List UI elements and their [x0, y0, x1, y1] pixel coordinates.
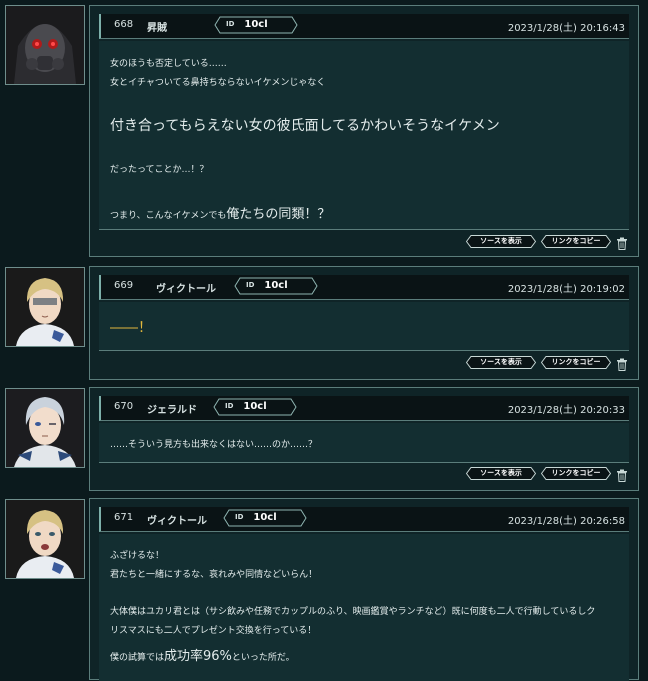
show-source-label: ソースを表示	[480, 469, 522, 477]
post-body: 女のほうも否定している…… 女とイチャついてる鼻持ちならないイケメンじゃなく 付…	[99, 41, 629, 230]
copy-link-button[interactable]: リンクをコピー	[541, 235, 611, 248]
copy-link-button[interactable]: リンクをコピー	[541, 356, 611, 369]
post-panel: 670 ジェラルド ID 10cl 2023/1/28(土) 20:20:33 …	[89, 387, 639, 491]
post-panel: 671 ヴィクトール ID 10cl 2023/1/28(土) 20:26:58…	[89, 498, 639, 681]
post-date: 2023/1/28(土) 20:19:02	[507, 284, 625, 295]
id-badge: ID 10cl	[214, 16, 298, 34]
show-source-button[interactable]: ソースを表示	[466, 235, 536, 248]
message-line: つまり、こんなイケメンでも俺たちの同類！？	[110, 203, 330, 222]
avatar-gerald[interactable]	[5, 388, 85, 468]
post-body: ――！	[99, 302, 629, 351]
post-body: ふざけるな！ 君たちと一緒にするな、哀れみや同情などいらん！ 大体僕はユカリ君と…	[99, 534, 629, 681]
poster-name[interactable]: ジェラルド	[147, 401, 197, 416]
post-panel: 668 昇賊 ID 10cl 2023/1/28(土) 20:16:43 女のほ…	[89, 5, 639, 257]
post-body: ……そういう見方も出来なくはない……のか……？	[99, 423, 629, 463]
show-source-button[interactable]: ソースを表示	[466, 467, 536, 480]
avatar-victor[interactable]	[5, 267, 85, 347]
id-value: 10cl	[243, 401, 267, 412]
copy-link-label: リンクをコピー	[551, 469, 601, 477]
message-line: 女のほうも否定している……	[110, 59, 227, 69]
message-line: リスマスにも二人でプレゼント交換を行っている！	[110, 626, 317, 636]
message-line: 女とイチャついてる鼻持ちならないイケメンじゃなく	[110, 78, 326, 88]
post-header: 671 ヴィクトール ID 10cl 2023/1/28(土) 20:26:58	[99, 507, 629, 532]
post-header: 670 ジェラルド ID 10cl 2023/1/28(土) 20:20:33	[99, 396, 629, 421]
trash-icon[interactable]	[616, 467, 628, 482]
message-line: ふざけるな！	[110, 551, 165, 561]
post-header: 669 ヴィクトール ID 10cl 2023/1/28(土) 20:19:02	[99, 275, 629, 300]
post-header: 668 昇賊 ID 10cl 2023/1/28(土) 20:16:43	[99, 14, 629, 39]
trash-icon[interactable]	[616, 356, 628, 371]
avatar-victor[interactable]	[5, 499, 85, 579]
id-badge: ID 10cl	[213, 398, 297, 416]
avatar-gas-mask[interactable]	[5, 5, 85, 85]
message-line: ……そういう見方も出来なくはない……のか……？	[110, 440, 318, 450]
trash-icon[interactable]	[616, 235, 628, 250]
poster-name[interactable]: ヴィクトール	[156, 280, 216, 295]
message-line: 大体僕はユカリ君とは（サシ飲みや任務でカップルのふり、映画鑑賞やランチなど）既に…	[110, 607, 596, 617]
post-number: 669	[114, 280, 134, 291]
message-text: といった所だ。	[231, 653, 295, 663]
copy-link-button[interactable]: リンクをコピー	[541, 467, 611, 480]
post-date: 2023/1/28(土) 20:20:33	[507, 405, 625, 416]
message-line: 君たちと一緒にするな、哀れみや同情などいらん！	[110, 570, 318, 580]
id-badge: ID 10cl	[234, 277, 318, 295]
message-text: 僕の試算では	[110, 653, 165, 663]
message-line: だったってことか…！？	[110, 165, 209, 175]
id-value: 10cl	[264, 280, 288, 291]
post-date: 2023/1/28(土) 20:26:58	[507, 516, 625, 527]
id-value: 10cl	[244, 19, 268, 30]
message-line: 僕の試算では成功率96%といった所だ。	[110, 645, 295, 664]
show-source-label: ソースを表示	[480, 237, 522, 245]
id-value: 10cl	[253, 512, 277, 523]
poster-name[interactable]: ヴィクトール	[147, 512, 207, 527]
message-line: ――！	[110, 320, 152, 336]
show-source-button[interactable]: ソースを表示	[466, 356, 536, 369]
message-line-large: 付き合ってもらえない女の彼氏面してるかわいそうなイケメン	[110, 118, 500, 134]
post-number: 670	[114, 401, 134, 412]
post-panel: 669 ヴィクトール ID 10cl 2023/1/28(土) 20:19:02…	[89, 266, 639, 380]
poster-name[interactable]: 昇賊	[147, 19, 167, 34]
message-text: つまり、こんなイケメンでも	[110, 211, 227, 221]
show-source-label: ソースを表示	[480, 358, 522, 366]
id-badge: ID 10cl	[223, 509, 307, 527]
post-number: 668	[114, 19, 134, 30]
copy-link-label: リンクをコピー	[551, 358, 601, 366]
post-number: 671	[114, 512, 134, 523]
post-date: 2023/1/28(土) 20:16:43	[507, 23, 625, 34]
copy-link-label: リンクをコピー	[551, 237, 601, 245]
message-emphasis: 成功率96%	[164, 649, 232, 664]
message-emphasis: 俺たちの同類！？	[226, 207, 331, 222]
